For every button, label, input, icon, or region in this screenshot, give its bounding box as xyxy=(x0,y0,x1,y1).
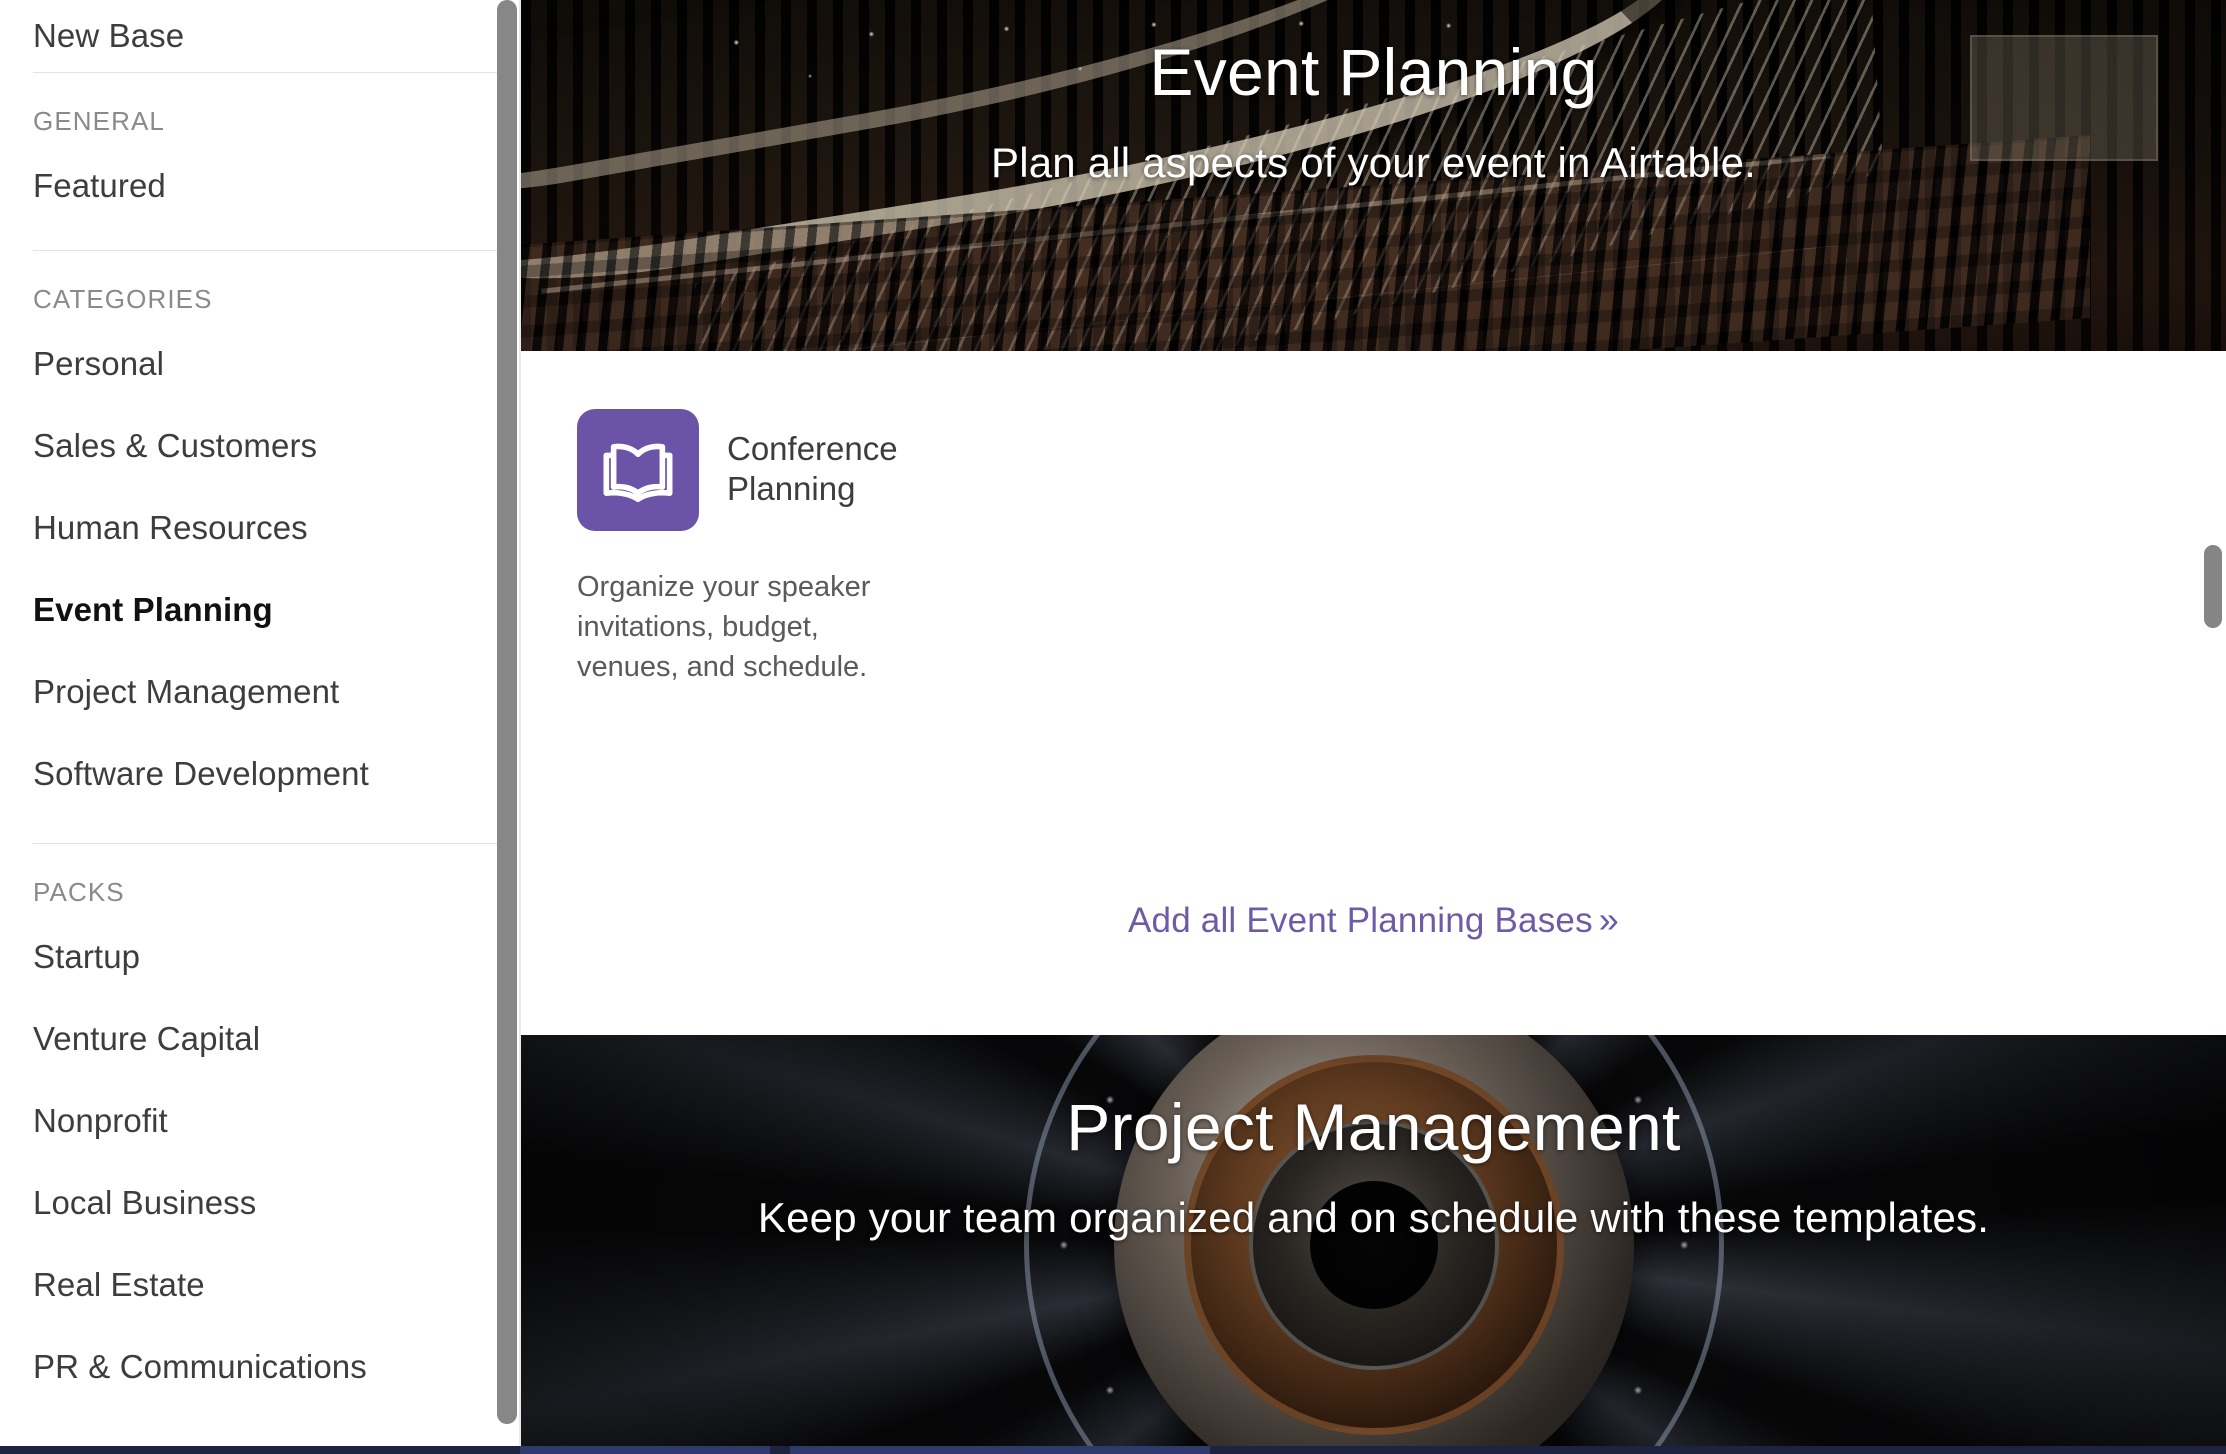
sidebar-section-label-categories: CATEGORIES xyxy=(33,284,213,314)
banner-subtitle-project-management: Keep your team organized and on schedule… xyxy=(757,1194,1990,1242)
sidebar-item-new-base[interactable]: New Base xyxy=(0,0,497,72)
sidebar-section-label-packs: PACKS xyxy=(33,877,125,907)
template-card-header: Conference Planning xyxy=(577,409,907,531)
category-banner-project-management: Project Management Keep your team organi… xyxy=(521,1035,2226,1454)
sidebar-item-startup[interactable]: Startup xyxy=(0,916,497,998)
sidebar-item-personal[interactable]: Personal xyxy=(0,323,497,405)
category-banner-event-planning: Event Planning Plan all aspects of your … xyxy=(521,0,2226,351)
sidebar-item-event-planning[interactable]: Event Planning xyxy=(0,569,497,651)
add-all-event-planning-bases-link[interactable]: Add all Event Planning Bases» xyxy=(1128,899,1619,941)
template-list-event-planning: Conference Planning Organize your speake… xyxy=(521,351,2226,1035)
add-all-label: Add all Event Planning Bases xyxy=(1127,901,1593,940)
sidebar-item-software-development[interactable]: Software Development xyxy=(0,733,497,815)
sidebar-scroll-content: New Base GENERAL Featured CATEGORIES Per… xyxy=(0,0,497,1408)
banner-text-block: Event Planning Plan all aspects of your … xyxy=(521,0,2226,190)
sidebar-item-project-management[interactable]: Project Management xyxy=(0,651,497,733)
sidebar-scrollbar[interactable] xyxy=(497,0,517,1454)
sidebar-item-venture-capital[interactable]: Venture Capital xyxy=(0,998,497,1080)
banner-text-block: Project Management Keep your team organi… xyxy=(521,1035,2226,1245)
sidebar-item-local-business[interactable]: Local Business xyxy=(0,1162,497,1244)
sidebar-scrollbar-thumb[interactable] xyxy=(497,0,517,1424)
sidebar: New Base GENERAL Featured CATEGORIES Per… xyxy=(0,0,520,1454)
open-book-icon xyxy=(577,409,699,531)
sidebar-item-human-resources[interactable]: Human Resources xyxy=(0,487,497,569)
template-card-title: Conference Planning xyxy=(727,430,898,507)
main-scrollbar-thumb[interactable] xyxy=(2204,545,2222,628)
banner-subtitle-event-planning: Plan all aspects of your event in Airtab… xyxy=(990,139,1757,187)
template-card-conference-planning[interactable]: Conference Planning Organize your speake… xyxy=(577,409,907,687)
banner-title-event-planning: Event Planning xyxy=(1149,35,1598,109)
template-grid: Conference Planning Organize your speake… xyxy=(521,351,2226,687)
sidebar-item-nonprofit[interactable]: Nonprofit xyxy=(0,1080,497,1162)
sidebar-section-label-general: GENERAL xyxy=(33,106,165,136)
sidebar-item-real-estate[interactable]: Real Estate xyxy=(0,1244,497,1326)
template-card-description: Organize your speaker invitations, budge… xyxy=(577,571,871,684)
sidebar-item-featured[interactable]: Featured xyxy=(0,145,497,227)
sidebar-item-sales-and-customers[interactable]: Sales & Customers xyxy=(0,405,497,487)
main-content: Event Planning Plan all aspects of your … xyxy=(521,0,2226,1454)
double-chevron-right-icon: » xyxy=(1598,899,1620,940)
banner-title-project-management: Project Management xyxy=(1066,1090,1681,1164)
add-all-row: Add all Event Planning Bases» xyxy=(521,899,2226,941)
sidebar-item-pr-and-communications[interactable]: PR & Communications xyxy=(0,1326,497,1408)
clipped-bottom-bar xyxy=(0,1446,2226,1454)
templates-gallery-app: New Base GENERAL Featured CATEGORIES Per… xyxy=(0,0,2226,1454)
